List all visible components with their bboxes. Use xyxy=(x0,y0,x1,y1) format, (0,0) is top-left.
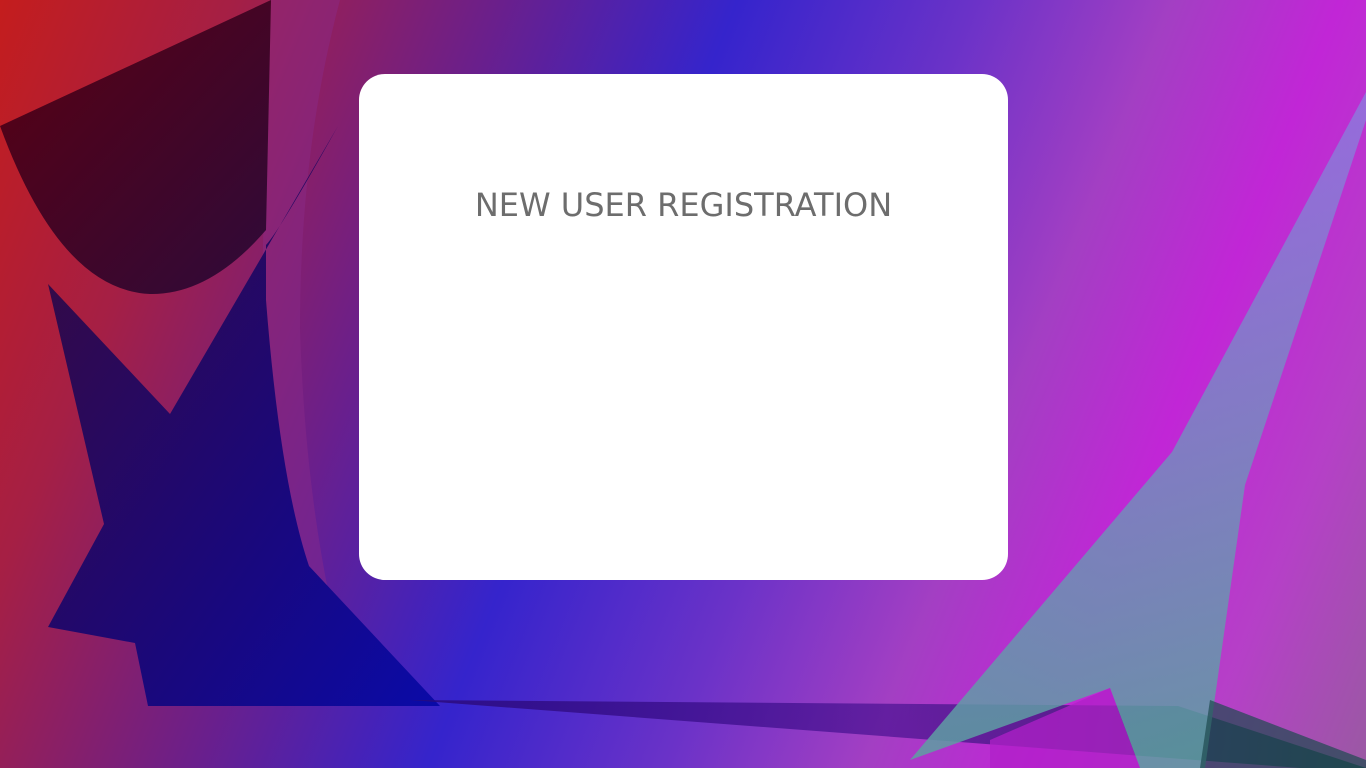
registration-card: NEW USER REGISTRATION xyxy=(359,74,1008,580)
teal-wedge-shape xyxy=(1200,700,1366,768)
crescent-shape xyxy=(0,0,271,295)
page-title: NEW USER REGISTRATION xyxy=(474,186,893,224)
